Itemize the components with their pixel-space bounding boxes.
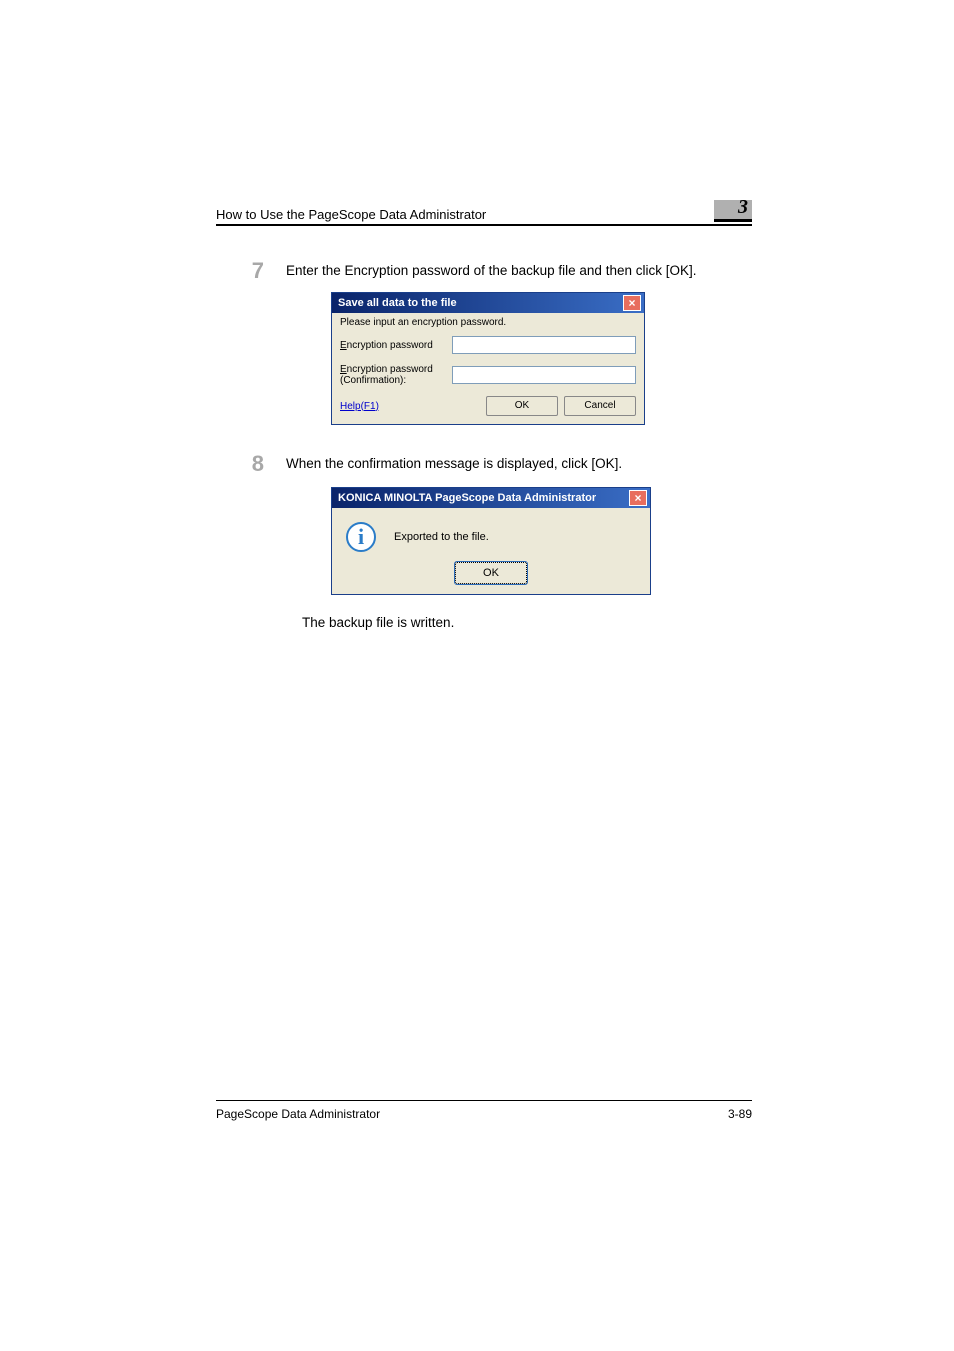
info-icon: i: [346, 522, 376, 552]
help-link[interactable]: Help(F1): [340, 401, 379, 412]
encryption-password-dialog: Save all data to the file × Please input…: [331, 292, 645, 425]
confirmation-dialog: KONICA MINOLTA PageScope Data Administra…: [331, 487, 651, 595]
encryption-password-label: Encryption password: [340, 340, 452, 351]
dialog1-titlebar: Save all data to the file ×: [332, 293, 644, 313]
dialog1-title: Save all data to the file: [338, 297, 457, 309]
footer-left: PageScope Data Administrator: [216, 1107, 380, 1121]
encryption-password-confirm-input[interactable]: [452, 366, 636, 384]
dialog2-title: KONICA MINOLTA PageScope Data Administra…: [338, 492, 596, 504]
encryption-password-input[interactable]: [452, 336, 636, 354]
step-7-row: 7 Enter the Encryption password of the b…: [216, 260, 752, 282]
chapter-badge: 3: [714, 200, 752, 222]
step-8-text: When the confirmation message is display…: [286, 453, 752, 474]
close-icon[interactable]: ×: [623, 295, 641, 311]
step-8-number: 8: [216, 453, 286, 475]
step-7-number: 7: [216, 260, 286, 282]
encryption-password-confirm-label: Encryption password(Confirmation):: [340, 364, 452, 386]
page-footer: PageScope Data Administrator 3-89: [216, 1100, 752, 1121]
ok-button[interactable]: OK: [486, 396, 558, 416]
ok-button[interactable]: OK: [455, 562, 527, 584]
step-8-row: 8 When the confirmation message is displ…: [216, 453, 752, 475]
close-icon[interactable]: ×: [629, 490, 647, 506]
result-text: The backup file is written.: [302, 615, 752, 630]
header-title: How to Use the PageScope Data Administra…: [216, 207, 486, 222]
cancel-button[interactable]: Cancel: [564, 396, 636, 416]
dialog2-titlebar: KONICA MINOLTA PageScope Data Administra…: [332, 488, 650, 508]
dialog2-message: Exported to the file.: [394, 531, 489, 543]
dialog1-instruction: Please input an encryption password.: [340, 317, 636, 328]
footer-right: 3-89: [728, 1107, 752, 1121]
step-7-text: Enter the Encryption password of the bac…: [286, 260, 752, 281]
chapter-number: 3: [738, 196, 748, 219]
page-header: How to Use the PageScope Data Administra…: [216, 200, 752, 226]
